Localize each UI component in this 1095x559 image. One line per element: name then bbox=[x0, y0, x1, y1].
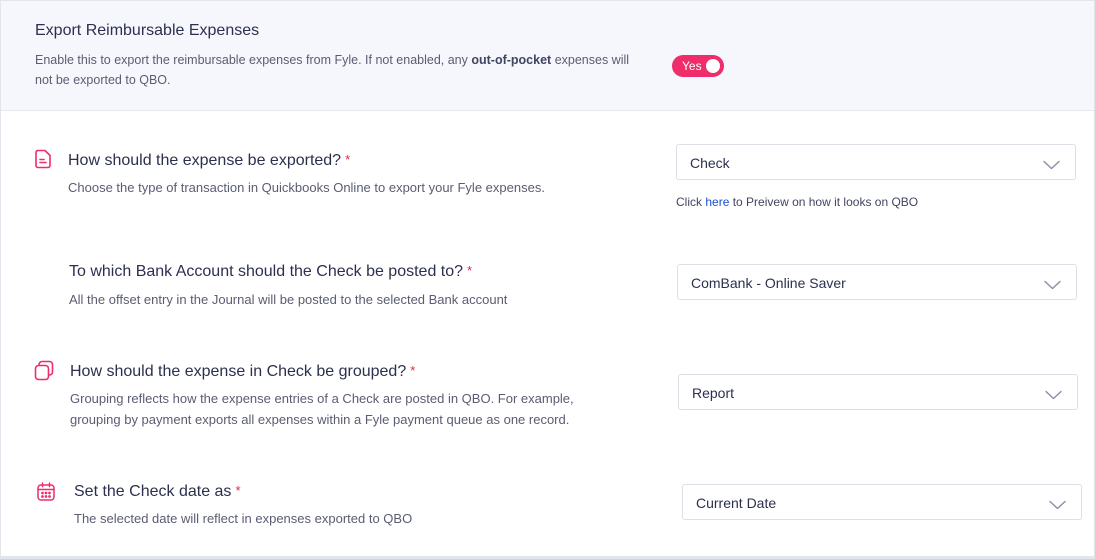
check-date-title: Set the Check date as * bbox=[74, 483, 241, 501]
bank-account-select[interactable]: ComBank - Online Saver bbox=[677, 264, 1077, 300]
check-date-description: The selected date will reflect in expens… bbox=[74, 511, 413, 526]
export-type-description: Choose the type of transaction in Quickb… bbox=[68, 180, 545, 195]
export-type-title: How should the expense be exported? * bbox=[68, 152, 350, 170]
export-type-title-text: How should the expense be exported? bbox=[68, 152, 342, 169]
document-icon bbox=[34, 149, 52, 169]
grouping-title-text: How should the expense in Check be group… bbox=[70, 363, 407, 380]
grouping-select[interactable]: Report bbox=[678, 374, 1078, 410]
bank-account-title-text: To which Bank Account should the Check b… bbox=[69, 263, 464, 280]
preview-before: Click bbox=[676, 195, 706, 209]
required-mark: * bbox=[345, 152, 351, 167]
grouping-desc-line2: grouping by payment exports all expenses… bbox=[70, 412, 570, 427]
grouping-value: Report bbox=[692, 385, 735, 401]
check-date-title-text: Set the Check date as bbox=[74, 483, 232, 500]
stacked-squares-icon bbox=[34, 360, 54, 381]
grouping-description: Grouping reflects how the expense entrie… bbox=[70, 388, 630, 430]
required-mark: * bbox=[235, 483, 241, 498]
reimbursable-desc-before: Enable this to export the reimbursable e… bbox=[35, 53, 472, 67]
grouping-title: How should the expense in Check be group… bbox=[70, 363, 415, 381]
export-settings-panel: Export Reimbursable Expenses Enable this… bbox=[0, 0, 1095, 559]
toggle-knob bbox=[706, 59, 720, 73]
reimbursable-toggle[interactable]: Yes bbox=[672, 55, 724, 77]
export-type-value: Check bbox=[690, 155, 730, 171]
export-type-select[interactable]: Check bbox=[676, 144, 1076, 180]
check-date-value: Current Date bbox=[696, 495, 777, 511]
reimbursable-title: Export Reimbursable Expenses bbox=[35, 22, 260, 39]
preview-note: Click here to Preivew on how it looks on… bbox=[676, 195, 918, 209]
chevron-down-icon bbox=[1049, 497, 1066, 513]
bank-account-title: To which Bank Account should the Check b… bbox=[69, 263, 472, 281]
chevron-down-icon bbox=[1044, 277, 1061, 293]
calendar-icon bbox=[37, 482, 55, 501]
toggle-label: Yes bbox=[682, 59, 702, 73]
reimbursable-desc-bold: out-of-pocket bbox=[471, 53, 552, 67]
reimbursable-section: Export Reimbursable Expenses Enable this… bbox=[1, 1, 1094, 111]
chevron-down-icon bbox=[1043, 157, 1060, 173]
required-mark: * bbox=[467, 263, 473, 278]
chevron-down-icon bbox=[1045, 387, 1062, 403]
grouping-desc-line1: Grouping reflects how the expense entrie… bbox=[70, 391, 574, 406]
bank-account-value: ComBank - Online Saver bbox=[691, 275, 846, 291]
bank-account-description: All the offset entry in the Journal will… bbox=[69, 292, 508, 307]
preview-after: to Preivew on how it looks on QBO bbox=[729, 195, 919, 209]
required-mark: * bbox=[410, 363, 416, 378]
check-date-select[interactable]: Current Date bbox=[682, 484, 1082, 520]
reimbursable-description: Enable this to export the reimbursable e… bbox=[35, 50, 635, 90]
preview-link[interactable]: here bbox=[705, 195, 729, 209]
